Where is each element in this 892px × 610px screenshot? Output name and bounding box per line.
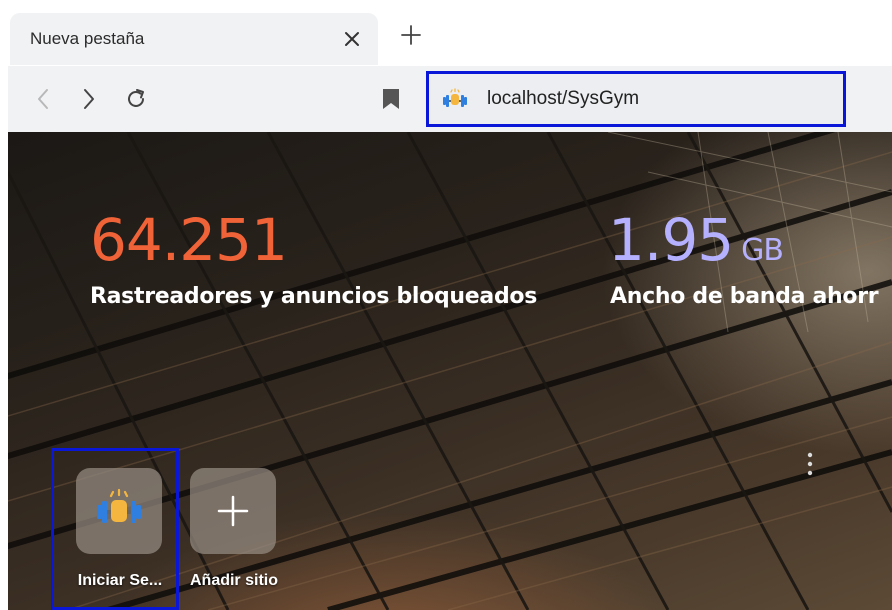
url-text: localhost/SysGym	[487, 88, 640, 109]
reload-icon[interactable]	[122, 85, 150, 113]
shortcut-anadir-sitio[interactable]: Añadir sitio	[190, 468, 278, 604]
forward-chevron-right-icon[interactable]	[74, 85, 102, 113]
bandwidth-saved-label: Ancho de banda ahorr	[610, 284, 879, 309]
trackers-value: 64.251	[90, 206, 288, 274]
tab-title: Nueva pestaña	[30, 29, 145, 48]
tab-nueva-pestana[interactable]: Nueva pestaña	[10, 13, 378, 65]
gym-dumbbell-icon	[443, 88, 467, 107]
new-tab-page: 64.251 Rastreadores y anuncios bloqueado…	[8, 132, 892, 610]
more-options-kebab-icon[interactable]	[804, 450, 816, 478]
plus-icon	[217, 495, 249, 527]
bandwidth-value: 1.95	[608, 206, 734, 274]
bookmark-icon[interactable]	[380, 87, 402, 111]
shortcut-label: Añadir sitio	[189, 572, 278, 589]
close-icon[interactable]	[342, 29, 362, 49]
shortcut-tile[interactable]	[190, 468, 276, 554]
bandwidth-unit: GB	[741, 233, 784, 268]
browser-toolbar: localhost/SysGym	[8, 66, 892, 132]
trackers-blocked-label: Rastreadores y anuncios bloqueados	[90, 284, 538, 309]
trackers-blocked-count: 64.251	[90, 206, 288, 274]
highlight-annotation	[51, 448, 179, 610]
bandwidth-saved-count: 1.95 GB	[608, 206, 784, 274]
new-tab-plus-icon[interactable]	[400, 24, 422, 46]
tab-strip: Nueva pestaña	[0, 0, 892, 70]
back-chevron-left-icon[interactable]	[30, 85, 58, 113]
address-bar[interactable]: localhost/SysGym	[426, 71, 846, 127]
